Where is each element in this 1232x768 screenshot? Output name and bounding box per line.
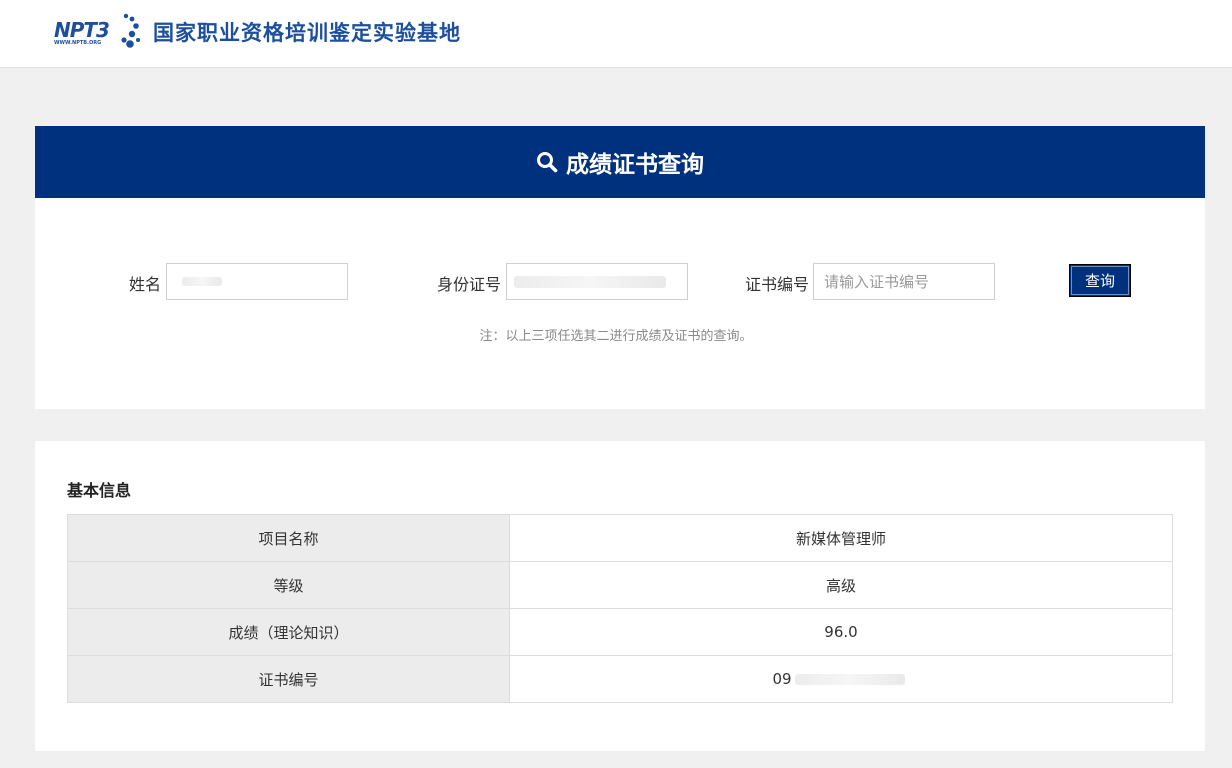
query-note: 注：以上三项任选其二进行成绩及证书的查询。 (479, 329, 753, 344)
row-key: 项目名称 (67, 514, 510, 562)
table-row: 证书编号 09 (67, 655, 1173, 703)
table-row: 项目名称 新媒体管理师 (67, 514, 1173, 562)
cert-label: 证书编号 (745, 275, 810, 294)
basic-info-table: 项目名称 新媒体管理师 等级 高级 成绩（理论知识） 96.0 证书编号 09 (67, 514, 1173, 703)
query-title: 成绩证书查询 (566, 152, 704, 178)
row-key: 成绩（理论知识） (67, 608, 510, 656)
row-value: 新媒体管理师 (509, 514, 1173, 562)
site-logo[interactable]: NPT3 WWW.NPTB.ORG (54, 12, 142, 52)
query-banner: 成绩证书查询 (35, 126, 1205, 198)
site-title: 国家职业资格培训鉴定实验基地 (153, 21, 461, 45)
logo-subtext: WWW.NPTB.ORG (54, 40, 102, 46)
table-row: 成绩（理论知识） 96.0 (67, 608, 1173, 656)
row-key: 证书编号 (67, 655, 510, 703)
logo-text: NPT3 (54, 18, 110, 42)
cert-number-input[interactable] (813, 263, 995, 300)
query-button[interactable]: 查询 (1069, 264, 1131, 297)
basic-info-title: 基本信息 (67, 481, 132, 500)
name-label: 姓名 (129, 275, 162, 294)
row-value: 高级 (509, 561, 1173, 609)
logo-dots-icon (121, 13, 140, 48)
id-label: 身份证号 (437, 275, 502, 294)
id-number-redaction (514, 276, 666, 288)
search-icon (537, 152, 558, 173)
site-header: NPT3 WWW.NPTB.ORG 国家职业资格培训鉴定实验基地 (0, 0, 1232, 68)
cert-number-redaction (795, 674, 905, 685)
row-key: 等级 (67, 561, 510, 609)
row-value: 96.0 (509, 608, 1173, 656)
name-redaction (182, 277, 222, 286)
cert-number-prefix: 09 (772, 670, 792, 688)
table-row: 等级 高级 (67, 561, 1173, 609)
